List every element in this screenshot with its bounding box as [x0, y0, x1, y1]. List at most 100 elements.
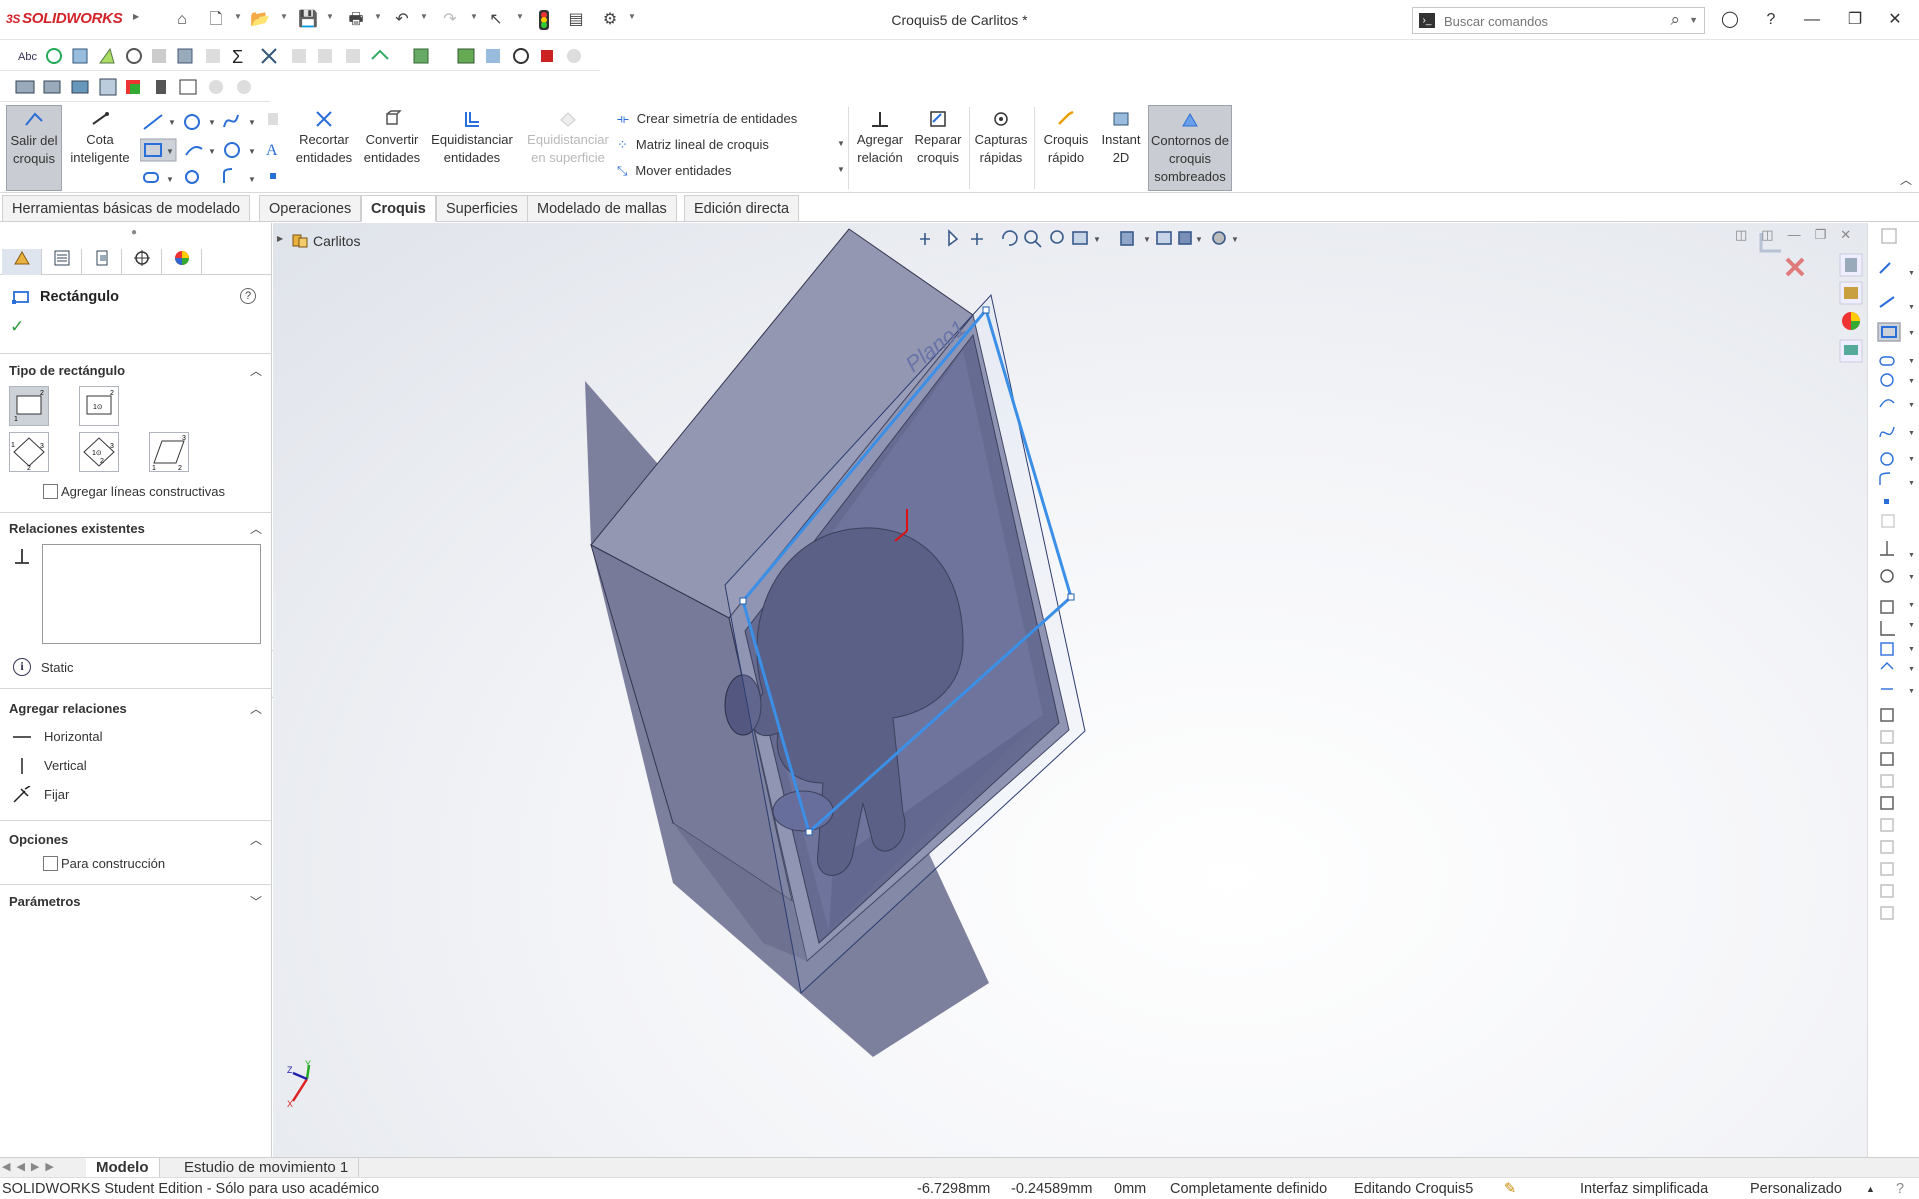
rebuild-traffic-light-icon[interactable]: [534, 10, 554, 30]
close-icon[interactable]: ✕: [1883, 8, 1907, 32]
search-input[interactable]: [1444, 11, 1654, 31]
restore-icon[interactable]: ❐: [1843, 8, 1867, 32]
minimize-icon[interactable]: —: [1800, 8, 1824, 32]
chevron-up-icon[interactable]: ︿: [250, 520, 262, 537]
shaded-sketch-contours-button[interactable]: Contornos de croquis sombreados: [1148, 105, 1232, 191]
tab-features[interactable]: Operaciones: [259, 195, 362, 222]
options-header[interactable]: Opciones: [9, 832, 68, 847]
offset-on-surface-button[interactable]: Equidistanciar en superficie: [522, 105, 614, 191]
tab-sketch[interactable]: Croquis: [361, 195, 436, 222]
interface-mode[interactable]: Interfaz simplificada: [1580, 1181, 1708, 1197]
open-caret-icon[interactable]: ▼: [280, 12, 288, 21]
existing-relations-header[interactable]: Relaciones existentes: [9, 521, 145, 536]
rapid-sketch-button[interactable]: Croquis rápido: [1038, 105, 1094, 191]
chevron-down-icon[interactable]: ﹀: [250, 893, 262, 910]
add-relation-button[interactable]: Agregar relación: [852, 105, 908, 191]
trim-entities-button[interactable]: Recortar entidades: [292, 105, 356, 191]
home-icon[interactable]: ⌂: [172, 10, 192, 30]
tab-basic-modeling[interactable]: Herramientas básicas de modelado: [2, 195, 251, 222]
select-caret-icon[interactable]: ▼: [516, 12, 524, 21]
offset-entities-button[interactable]: Equidistanciar entidades: [428, 105, 516, 191]
select-arrow-icon[interactable]: ↖: [486, 10, 506, 30]
convert-entities-button[interactable]: Convertir entidades: [360, 105, 424, 191]
property-manager-tab-icon[interactable]: [42, 249, 82, 275]
chevron-up-icon[interactable]: ︿: [250, 700, 262, 717]
for-construction-checkbox[interactable]: [43, 856, 58, 871]
move-entities-button[interactable]: ⤡ Mover entidades ▼: [617, 163, 845, 179]
chevron-up-icon[interactable]: ︿: [250, 362, 262, 379]
graphics-area[interactable]: ▼ ▼ ▼ ▼ ◫◫—❐✕ ▶ Carlitos Plano1 Z Y X: [273, 223, 1868, 1157]
parameters-header[interactable]: Parámetros: [9, 894, 81, 909]
open-folder-icon[interactable]: 📂: [250, 10, 270, 30]
linear-pattern-button[interactable]: ⁘ Matriz lineal de croquis ▼: [617, 137, 845, 153]
tab-surfaces[interactable]: Superficies: [436, 195, 528, 222]
print-icon[interactable]: 🖶: [346, 10, 366, 30]
undo-icon[interactable]: ↶: [392, 10, 412, 30]
help-status-icon[interactable]: ?: [1896, 1181, 1904, 1197]
redo-icon[interactable]: ↷: [440, 10, 460, 30]
tab-motion-study-1[interactable]: Estudio de movimiento 1: [174, 1158, 360, 1178]
save-caret-icon[interactable]: ▼: [326, 12, 334, 21]
parallelogram-option[interactable]: 1 2 3: [149, 432, 189, 472]
rect-type-header[interactable]: Tipo de rectángulo: [9, 363, 125, 378]
relation-fix-item[interactable]: Fijar: [9, 783, 259, 807]
ok-check-icon[interactable]: ✓: [10, 317, 24, 337]
command-search[interactable]: ›_ ⌕ ▼: [1412, 7, 1705, 34]
exit-sketch-corner-icon[interactable]: [1759, 233, 1781, 253]
undo-caret-icon[interactable]: ▼: [420, 12, 428, 21]
sketch-point[interactable]: [982, 306, 990, 314]
toolbar-icons-row-2[interactable]: [0, 72, 270, 102]
new-caret-icon[interactable]: ▼: [234, 12, 242, 21]
add-relations-header[interactable]: Agregar relaciones: [9, 701, 127, 716]
construction-lines-checkbox[interactable]: [43, 484, 58, 499]
units-status[interactable]: Personalizado: [1750, 1181, 1842, 1197]
sketch-point[interactable]: [739, 597, 747, 605]
dimxpert-tab-icon[interactable]: [122, 249, 162, 275]
tab-mesh-modeling[interactable]: Modelado de mallas: [527, 195, 677, 222]
new-document-icon[interactable]: 🗋: [206, 10, 226, 30]
center-rectangle-option[interactable]: 1⊙ 2: [79, 386, 119, 426]
task-pane-tabs[interactable]: [1838, 252, 1866, 372]
corner-rectangle-option[interactable]: 12: [9, 386, 49, 426]
repair-sketch-button[interactable]: Reparar croquis: [910, 105, 966, 191]
pattern-caret-icon[interactable]: ▼: [837, 139, 845, 148]
sketch-point[interactable]: [1067, 593, 1075, 601]
relation-vertical-item[interactable]: Vertical: [9, 754, 259, 778]
move-caret-icon[interactable]: ▼: [837, 165, 845, 174]
quick-snaps-button[interactable]: Capturas rápidas: [972, 105, 1030, 191]
relation-horizontal-item[interactable]: Horizontal: [9, 725, 259, 749]
rebuild-pencil-icon[interactable]: ✎: [1504, 1181, 1516, 1197]
cancel-sketch-corner-icon[interactable]: [1785, 257, 1805, 277]
help-icon[interactable]: ?: [1759, 8, 1783, 32]
3point-center-rectangle-option[interactable]: 1⊙ 3 2: [79, 432, 119, 472]
options-gear-icon[interactable]: ⚙: [600, 10, 620, 30]
chevron-up-icon[interactable]: ︿: [250, 831, 262, 848]
model-3d-view[interactable]: Plano1: [273, 223, 1868, 1157]
3point-corner-rectangle-option[interactable]: 1 3 2: [9, 432, 49, 472]
collapse-ribbon-icon[interactable]: ︿: [1900, 171, 1912, 188]
tab-model[interactable]: Modelo: [86, 1158, 160, 1178]
units-caret-icon[interactable]: ▲: [1866, 1184, 1875, 1194]
mirror-entities-button[interactable]: ⟛ Crear simetría de entidades: [617, 111, 797, 127]
confirmation-corner[interactable]: [1757, 229, 1817, 281]
right-toolbar-icons[interactable]: ▼ ▼ ▼ ▼ ▼ ▼ ▼ ▼ ▼ ▼ ▼ ▼ ▼ ▼ ▼ ▼: [1868, 223, 1919, 1157]
configuration-manager-tab-icon[interactable]: [82, 249, 122, 275]
tab-scroll-arrows[interactable]: ◀◀▶▶: [2, 1160, 60, 1173]
help-icon[interactable]: ?: [240, 288, 256, 304]
search-caret-icon[interactable]: ▼: [1689, 15, 1698, 25]
tab-direct-editing[interactable]: Edición directa: [684, 195, 800, 222]
display-manager-tab-icon[interactable]: [162, 249, 202, 275]
file-properties-icon[interactable]: ▤: [566, 10, 586, 30]
smart-dimension-button[interactable]: Cota inteligente: [66, 105, 134, 191]
feature-manager-tab-icon[interactable]: [2, 249, 42, 275]
search-icon[interactable]: ⌕: [1670, 10, 1680, 30]
print-caret-icon[interactable]: ▼: [374, 12, 382, 21]
save-icon[interactable]: 💾: [298, 10, 318, 30]
redo-caret-icon[interactable]: ▼: [470, 12, 478, 21]
account-icon[interactable]: ◯: [1718, 8, 1742, 32]
solidworks-logo[interactable]: 3S SOLIDWORKS: [6, 10, 123, 27]
sketch-point[interactable]: [805, 828, 813, 836]
toolbar-icons-row-1[interactable]: Abc Σ: [0, 41, 600, 71]
existing-relations-list[interactable]: [42, 544, 261, 644]
logo-menu-caret-icon[interactable]: ▶: [133, 12, 139, 21]
